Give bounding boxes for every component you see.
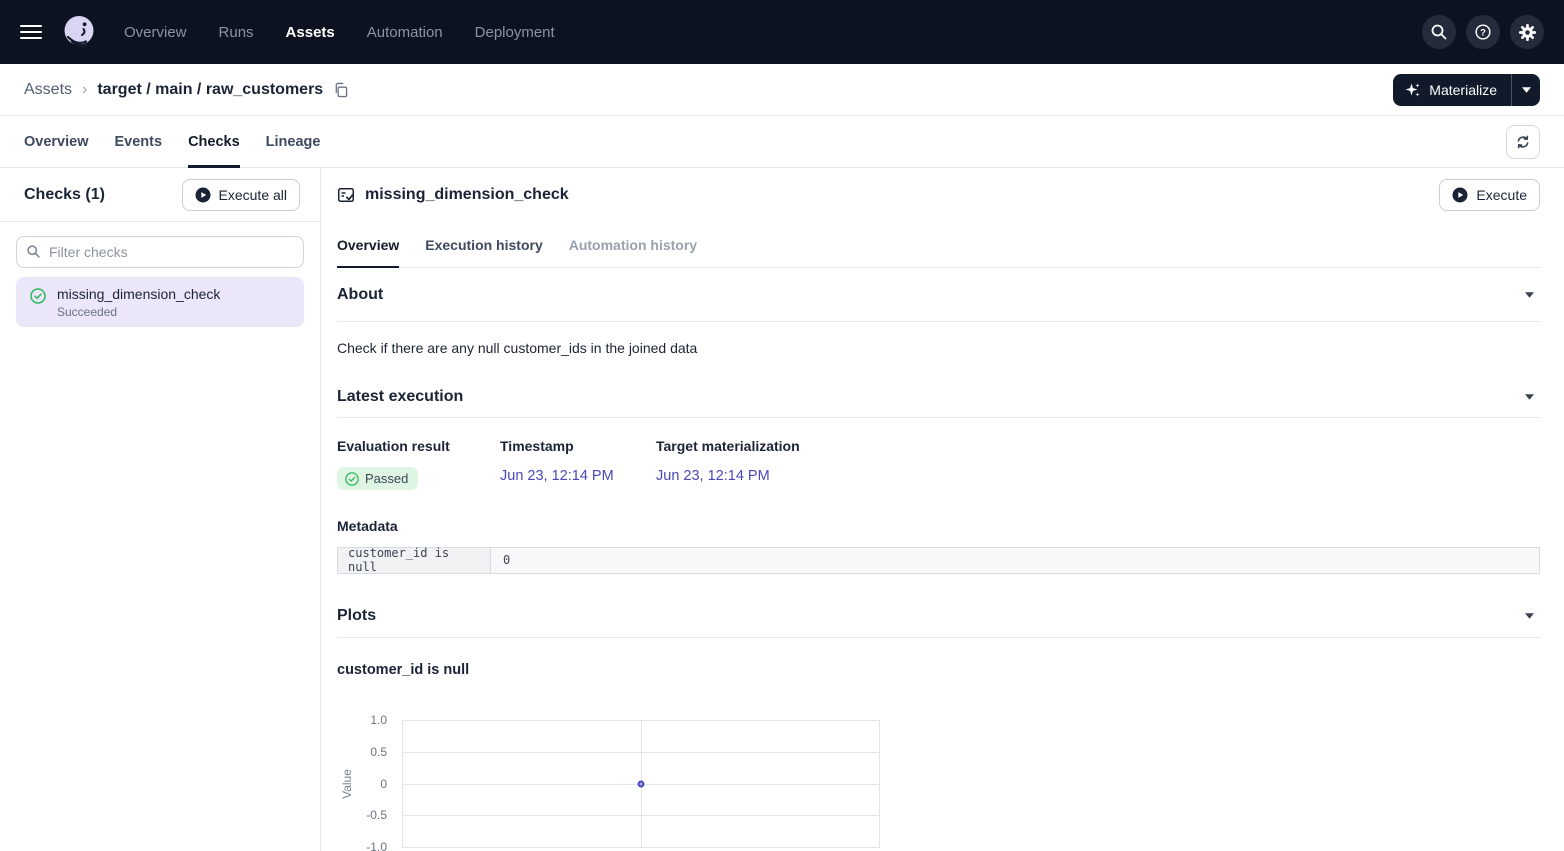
materialize-dropdown-button[interactable] [1511, 74, 1540, 106]
nav-item-overview[interactable]: Overview [124, 24, 187, 41]
column-target-materialization: Target materialization [656, 438, 800, 454]
filter-search-icon [26, 244, 41, 259]
about-heading: About [337, 286, 383, 304]
asset-tabs-row: Overview Events Checks Lineage [0, 116, 1564, 168]
check-list-item[interactable]: missing_dimension_check Succeeded [16, 277, 304, 327]
metric-plot: Value 1.00.50-0.5-1.0 Jun 23, 12:14 PMJu… [337, 713, 1540, 851]
checks-count-title: Checks (1) [24, 186, 105, 204]
check-item-status: Succeeded [57, 305, 220, 319]
check-description: Check if there are any null customer_ids… [337, 322, 1540, 362]
latest-execution-collapse-button[interactable] [1519, 390, 1540, 404]
check-detail-panel: missing_dimension_check Execute Overview… [321, 168, 1564, 851]
check-item-name: missing_dimension_check [57, 286, 220, 302]
menu-hamburger-icon[interactable] [20, 25, 42, 39]
timestamp-link[interactable]: Jun 23, 12:14 PM [500, 468, 614, 484]
detail-tabs: Overview Execution history Automation hi… [337, 222, 1540, 268]
refresh-button[interactable] [1506, 125, 1540, 159]
column-evaluation-result: Evaluation result [337, 438, 500, 454]
filter-checks-input[interactable] [16, 236, 304, 268]
check-detail-title: missing_dimension_check [365, 186, 569, 204]
nav-item-deployment[interactable]: Deployment [475, 24, 555, 41]
chevron-down-icon [1525, 613, 1534, 619]
column-timestamp: Timestamp [500, 438, 656, 454]
metadata-table: customer_id is null 0 [337, 547, 1540, 574]
latest-execution-summary: Evaluation result Passed Timestamp Jun 2… [337, 418, 1540, 491]
plot-area [402, 720, 880, 848]
refresh-icon [1515, 134, 1531, 150]
tab-events[interactable]: Events [115, 116, 163, 167]
detail-tab-execution-history[interactable]: Execution history [425, 222, 542, 267]
materialize-button[interactable]: Materialize [1393, 74, 1511, 106]
breadcrumb-separator: › [82, 81, 87, 99]
help-icon: ? [1474, 23, 1492, 41]
breadcrumb-asset-path: target / main / raw_customers [97, 81, 323, 99]
detail-tab-overview[interactable]: Overview [337, 222, 399, 267]
settings-button[interactable] [1510, 15, 1544, 49]
tab-checks[interactable]: Checks [188, 116, 240, 167]
metadata-heading: Metadata [337, 518, 1540, 534]
execute-all-button[interactable]: Execute all [182, 179, 300, 211]
about-section-header: About [337, 268, 1540, 322]
materialize-split-button: Materialize [1393, 74, 1540, 106]
play-circle-icon [1452, 187, 1468, 203]
nav-links: Overview Runs Assets Automation Deployme… [124, 24, 555, 41]
dagster-logo-icon[interactable] [60, 13, 98, 51]
y-tick-label: 0 [337, 777, 387, 791]
top-nav: Overview Runs Assets Automation Deployme… [0, 0, 1564, 64]
target-materialization-link[interactable]: Jun 23, 12:14 PM [656, 468, 770, 484]
plots-heading: Plots [337, 607, 376, 625]
y-axis-ticks: 1.0 0.5 0 -0.5 -1.0 [337, 713, 395, 851]
copy-icon [333, 82, 348, 98]
search-button[interactable] [1422, 15, 1456, 49]
plot-title: customer_id is null [337, 638, 1540, 678]
evaluation-result-badge: Passed [337, 467, 418, 490]
breadcrumb-row: Assets › target / main / raw_customers M… [0, 64, 1564, 116]
passed-check-icon [345, 472, 359, 486]
plots-collapse-button[interactable] [1519, 609, 1540, 623]
y-tick-label: -0.5 [337, 808, 387, 822]
check-success-icon [30, 288, 46, 304]
materialize-button-label: Materialize [1429, 82, 1497, 98]
checks-sidebar: Checks (1) Execute all missing_dimension… [0, 168, 321, 851]
help-button[interactable]: ? [1466, 15, 1500, 49]
tab-lineage[interactable]: Lineage [266, 116, 321, 167]
metadata-value: 0 [491, 548, 1539, 573]
asset-check-icon [337, 186, 355, 204]
sparkle-icon [1405, 82, 1421, 98]
nav-item-assets[interactable]: Assets [286, 24, 335, 41]
latest-execution-heading: Latest execution [337, 388, 463, 406]
settings-icon [1518, 23, 1537, 42]
y-tick-label: -1.0 [337, 840, 387, 851]
y-tick-label: 0.5 [337, 745, 387, 759]
data-point [637, 780, 644, 787]
metadata-key: customer_id is null [338, 548, 491, 573]
latest-execution-section-header: Latest execution [337, 376, 1540, 418]
copy-asset-key-button[interactable] [333, 82, 348, 98]
play-circle-icon [195, 187, 211, 203]
y-tick-label: 1.0 [337, 713, 387, 727]
nav-item-runs[interactable]: Runs [219, 24, 254, 41]
execute-button[interactable]: Execute [1439, 179, 1540, 211]
tab-overview[interactable]: Overview [24, 116, 89, 167]
chevron-down-icon [1525, 292, 1534, 298]
chevron-down-icon [1525, 394, 1534, 400]
about-collapse-button[interactable] [1519, 288, 1540, 302]
search-icon [1430, 23, 1448, 41]
detail-tab-automation-history[interactable]: Automation history [569, 222, 697, 267]
svg-text:?: ? [1480, 27, 1486, 38]
nav-item-automation[interactable]: Automation [367, 24, 443, 41]
chevron-down-icon [1522, 87, 1531, 93]
plots-section-header: Plots [337, 596, 1540, 638]
breadcrumb-assets-link[interactable]: Assets [24, 81, 72, 99]
